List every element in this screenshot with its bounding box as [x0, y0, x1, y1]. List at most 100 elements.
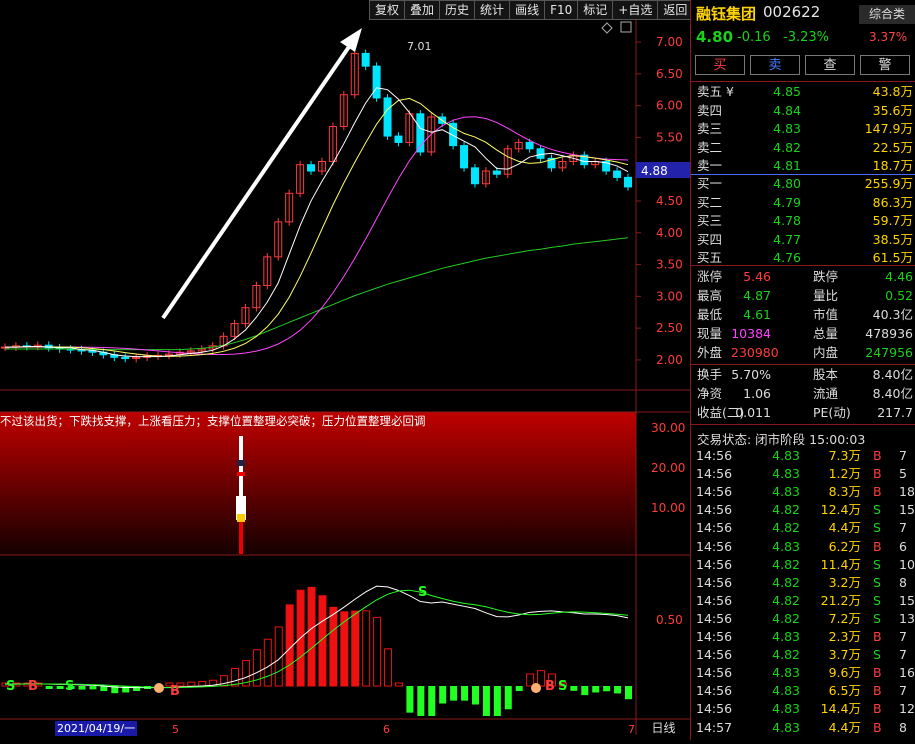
trade-row: 14:56 4.83 9.6万 B 16: [691, 664, 915, 682]
trade-t: 14:56: [696, 448, 733, 463]
divider: [691, 81, 915, 82]
trade-t: 14:56: [696, 701, 733, 717]
alert-button[interactable]: 警: [860, 55, 910, 75]
level-price: 4.77: [773, 231, 801, 247]
bid-row[interactable]: 买二 4.79 86.3万: [691, 194, 915, 212]
ask-row[interactable]: 卖五 ¥ 4.85 43.8万: [691, 83, 915, 101]
toolbar-history-button[interactable]: 历史: [439, 0, 476, 20]
signal-label: S: [6, 679, 15, 694]
divider: [691, 424, 915, 425]
trade-v: 12.4万: [820, 502, 861, 518]
macd-bar: [603, 686, 611, 692]
trade-t: 14:56: [696, 665, 733, 681]
toolbar-stats-button[interactable]: 统计: [474, 0, 511, 20]
stat-row: 涨停 5.46 跌停 4.46: [691, 268, 915, 286]
trade-bs: S: [873, 502, 881, 518]
level-price: 4.85: [773, 84, 801, 99]
price-axis-label: 7.00: [656, 35, 683, 49]
trade-t: 14:56: [696, 556, 733, 572]
toolbar-draw-button[interactable]: 画线: [509, 0, 546, 20]
stat-value: 5.70%: [731, 367, 771, 382]
level-volume: 22.5万: [872, 139, 913, 155]
buy-button[interactable]: 买: [695, 55, 745, 75]
trade-p: 4.83: [772, 538, 800, 554]
macd-bar: [581, 686, 589, 696]
macd-bar: [471, 686, 479, 705]
ask-row[interactable]: 卖四 4.84 35.6万: [691, 102, 915, 120]
kline-chart-area[interactable]: 7.006.506.005.505.004.504.003.503.002.50…: [0, 0, 690, 740]
stat-key: 涨停: [697, 269, 723, 284]
macd-bar: [78, 686, 86, 690]
sector-dropdown[interactable]: 综合类: [859, 5, 915, 24]
stat-value: 10384: [731, 326, 771, 341]
macd-bar: [394, 682, 403, 687]
trade-status: 交易状态: 闭市阶段 15:00:03: [697, 432, 866, 447]
level-price: 4.81: [773, 158, 801, 173]
candle-body: [470, 167, 479, 185]
trade-n: 7: [899, 629, 907, 644]
stock-name: 融钰集团: [696, 5, 757, 23]
level-label: 卖五 ¥: [697, 84, 734, 99]
trade-t: 14:57: [696, 719, 733, 735]
query-button[interactable]: 查: [805, 55, 855, 75]
macd-bar: [307, 586, 316, 687]
macd-bar: [384, 648, 393, 687]
stat-value: 4.46: [885, 269, 913, 284]
level-volume: 18.7万: [872, 158, 913, 173]
trade-v: 1.2万: [828, 466, 861, 482]
kline-chart-svg[interactable]: 7.006.506.005.505.004.504.003.503.002.50…: [0, 0, 690, 740]
window-toggle-icon[interactable]: [620, 21, 632, 33]
macd-bar: [220, 675, 229, 687]
stat-value: 230980: [731, 345, 779, 360]
trade-p: 4.82: [772, 610, 800, 626]
settings-diamond-icon[interactable]: [601, 22, 613, 34]
stat-value: 4.61: [743, 307, 771, 322]
bid-row[interactable]: 买四 4.77 38.5万: [691, 231, 915, 249]
stat-row: 最高 4.87 量比 0.52: [691, 287, 915, 305]
trade-n: 15: [899, 592, 915, 608]
stock-code: 002622: [763, 3, 821, 21]
trade-p: 4.82: [772, 502, 800, 518]
stat-key: 现量: [697, 326, 723, 341]
price-axis: 7.006.506.005.505.004.504.003.503.002.50…: [636, 35, 683, 367]
trade-p: 4.83: [772, 665, 800, 681]
toolbar-overlay-button[interactable]: 叠加: [404, 0, 441, 20]
toolbar-mark-button[interactable]: 标记: [577, 0, 614, 20]
price-change: -0.16: [737, 30, 771, 45]
trade-n: 10: [899, 556, 915, 572]
ask-row[interactable]: 卖三 4.83 147.9万: [691, 120, 915, 138]
trade-n: 8: [899, 719, 907, 735]
toolbar-f10-button[interactable]: F10: [544, 0, 579, 20]
macd-bar: [614, 686, 622, 694]
stat-row: 净资 1.06 流通 8.40亿: [691, 385, 915, 403]
toolbar-adjust-button[interactable]: 复权: [369, 0, 406, 20]
stat-key: 最低: [697, 307, 723, 322]
macd-bar: [406, 686, 414, 713]
trade-t: 14:56: [696, 647, 733, 663]
macd-bar: [362, 610, 371, 687]
trade-row: 14:56 4.82 11.4万 S 10: [691, 556, 915, 574]
bid-row[interactable]: 买一 4.80 255.9万: [691, 175, 915, 193]
macd-bar: [526, 673, 535, 687]
level-label: 买一: [697, 176, 723, 191]
toolbar-back-button[interactable]: 返回: [657, 0, 694, 20]
trade-t: 14:56: [696, 574, 733, 590]
stat-row: 最低 4.61 市值 40.3亿: [691, 306, 915, 324]
cursor-date-label: 2021/04/19/一: [55, 721, 138, 736]
trade-n: 7: [899, 520, 907, 536]
toolbar-add-watchlist-button[interactable]: +自选: [612, 0, 659, 20]
ask-row[interactable]: 卖一 4.81 18.7万: [691, 157, 915, 175]
sell-button[interactable]: 卖: [750, 55, 800, 75]
period-selector[interactable]: 日线: [641, 720, 686, 737]
ask-row[interactable]: 卖二 4.82 22.5万: [691, 139, 915, 157]
stat-key: 流通: [813, 386, 839, 401]
trade-n: 8: [899, 574, 907, 590]
level-price: 4.84: [773, 102, 801, 118]
bid-row[interactable]: 买三 4.78 59.7万: [691, 212, 915, 230]
price-axis-label: 2.50: [656, 321, 683, 335]
stat-value: 0.011: [735, 405, 771, 420]
trade-n: 7: [899, 647, 907, 663]
hand-marker-icon: [154, 683, 164, 693]
trade-n: 5: [899, 466, 907, 482]
trade-n: 7: [899, 448, 907, 463]
